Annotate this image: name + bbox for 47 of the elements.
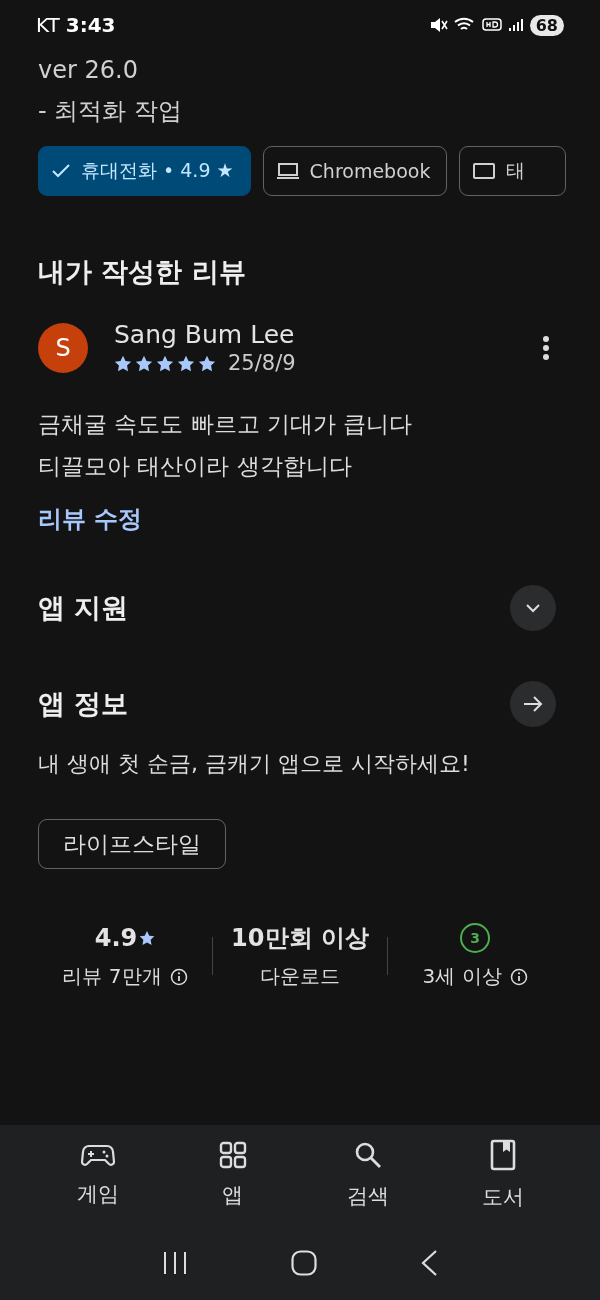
category-tag[interactable]: 라이프스타일: [38, 819, 226, 869]
review-date: 25/8/9: [228, 351, 296, 375]
apps-grid-icon: [218, 1141, 247, 1169]
rating-value: 4.9: [94, 924, 138, 952]
clock: 3:43: [65, 13, 116, 37]
tablet-icon: [472, 162, 497, 180]
recent-apps-icon[interactable]: [161, 1250, 188, 1275]
more-options-icon[interactable]: [542, 334, 550, 361]
mute-icon: [429, 17, 448, 33]
carrier: KT: [36, 13, 60, 37]
home-icon[interactable]: [291, 1249, 317, 1276]
nav-tab[interactable]: 게임: [47, 1141, 148, 1209]
arrow-right-icon: [523, 695, 543, 713]
nav-tab[interactable]: 앱: [182, 1140, 283, 1210]
info-icon[interactable]: [509, 967, 528, 986]
review-text: 금채굴 속도도 빠르고 기대가 큽니다 티끌모아 태산이라 생각합니다: [38, 410, 414, 481]
download-count: 10만회 이상: [231, 923, 369, 954]
back-icon[interactable]: [420, 1248, 439, 1277]
app-description: 내 생애 첫 순금, 금캐기 앱으로 시작하세요!: [38, 750, 471, 778]
chevron-down-icon: [525, 603, 541, 613]
stat-label: 3세 이상: [422, 963, 502, 990]
laptop-icon: [275, 162, 300, 180]
avatar: S: [38, 322, 88, 373]
stat-label: 다운로드: [260, 963, 340, 990]
arrow-button[interactable]: [510, 681, 556, 727]
device-chip[interactable]: Chromebook: [262, 146, 448, 196]
gamepad-icon: [80, 1142, 115, 1168]
edit-review-link[interactable]: 리뷰 수정: [38, 503, 143, 535]
signal-icon: [507, 17, 524, 33]
section-heading: 내가 작성한 리뷰: [38, 255, 247, 289]
age-rating-badge: 3: [460, 923, 490, 953]
release-note: ver 26.0: [38, 55, 139, 86]
nav-tab[interactable]: 도서: [452, 1138, 553, 1212]
release-note: - 최적화 작업: [38, 96, 183, 127]
device-chip[interactable]: 태: [459, 146, 567, 196]
section-heading: 앱 지원: [38, 591, 129, 625]
bookmark-book-icon: [489, 1139, 516, 1171]
section-heading: 앱 정보: [38, 687, 129, 721]
nav-tab[interactable]: 검색: [317, 1139, 418, 1211]
star-icon: [139, 930, 156, 946]
battery-indicator: 68: [529, 14, 564, 36]
stat-label: 리뷰 7만개: [62, 963, 162, 990]
device-chip[interactable]: 휴대전화 • 4.9 ★: [38, 146, 251, 196]
reviewer-name: Sang Bum Lee: [114, 320, 296, 349]
check-icon: [51, 163, 71, 179]
hd-icon: [481, 17, 502, 33]
info-icon[interactable]: [169, 967, 188, 986]
